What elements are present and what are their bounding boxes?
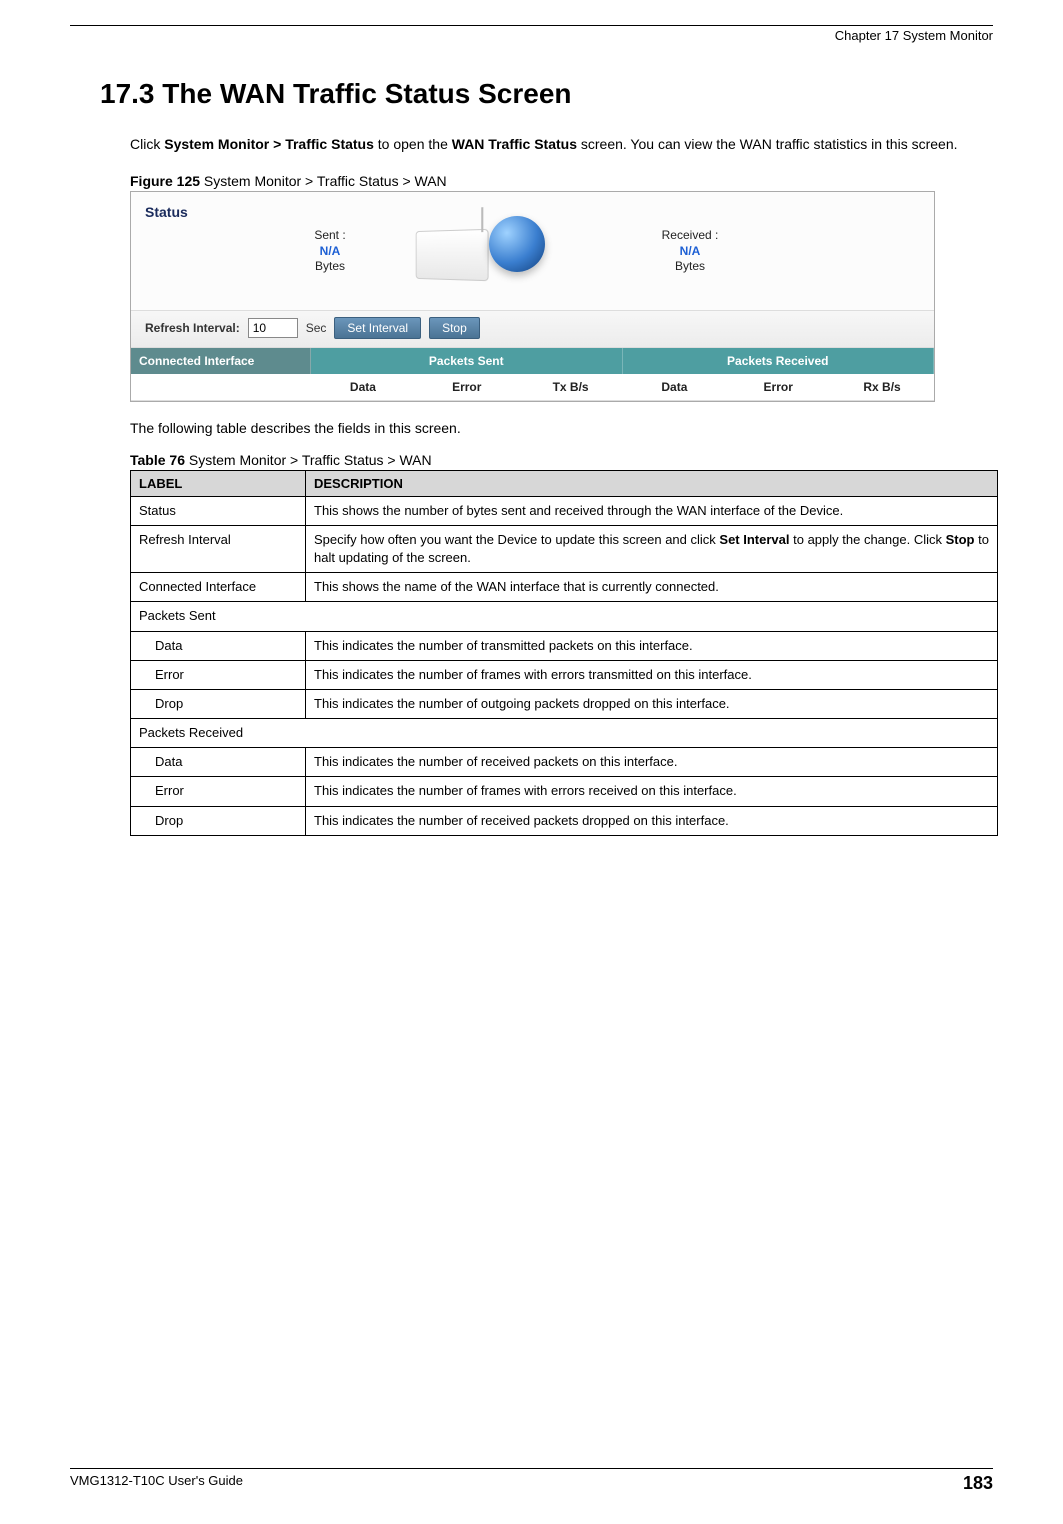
table-row: Data This indicates the number of receiv… xyxy=(131,748,998,777)
intro-path: System Monitor > Traffic Status xyxy=(164,136,374,152)
figure-caption: Figure 125 System Monitor > Traffic Stat… xyxy=(130,173,983,189)
figure-rest: System Monitor > Traffic Status > WAN xyxy=(200,173,447,189)
table-row: Connected Interface This shows the name … xyxy=(131,573,998,602)
refresh-unit: Sec xyxy=(306,321,327,335)
sent-txbs-col: Tx B/s xyxy=(519,374,623,400)
packets-subheader-row: Data Error Tx B/s Data Error Rx B/s xyxy=(131,374,934,401)
intro-paragraph: Click System Monitor > Traffic Status to… xyxy=(130,135,983,155)
row-label: Data xyxy=(131,748,306,777)
sent-data-col: Data xyxy=(311,374,415,400)
connected-interface-header: Connected Interface xyxy=(131,348,311,374)
table-caption: Table 76 System Monitor > Traffic Status… xyxy=(130,452,983,468)
device-graphic xyxy=(405,202,555,302)
refresh-desc-b1: Set Interval xyxy=(719,532,789,547)
row-section: Packets Received xyxy=(131,719,998,748)
sent-value: N/A xyxy=(285,244,375,260)
received-unit: Bytes xyxy=(645,259,735,275)
refresh-desc-b2: Stop xyxy=(946,532,975,547)
refresh-input[interactable] xyxy=(248,318,298,338)
footer-rule xyxy=(70,1468,993,1469)
footer-row: VMG1312-T10C User's Guide 183 xyxy=(70,1473,993,1494)
table-row: Data This indicates the number of transm… xyxy=(131,631,998,660)
table-caption-rest: System Monitor > Traffic Status > WAN xyxy=(185,452,432,468)
recv-error-col: Error xyxy=(726,374,830,400)
row-label: Refresh Interval xyxy=(131,525,306,572)
figure-label: Figure 125 xyxy=(130,173,200,189)
page-number: 183 xyxy=(963,1473,993,1494)
row-desc: This indicates the number of transmitted… xyxy=(306,631,998,660)
row-label: Drop xyxy=(131,806,306,835)
row-label: Connected Interface xyxy=(131,573,306,602)
packets-sent-header: Packets Sent xyxy=(311,348,623,374)
intro-mid: to open the xyxy=(374,136,452,152)
intro-name: WAN Traffic Status xyxy=(452,136,577,152)
router-icon xyxy=(416,228,489,280)
row-label: Drop xyxy=(131,689,306,718)
traffic-display: Sent : N/A Bytes Received : N/A Bytes xyxy=(285,202,924,302)
received-column: Received : N/A Bytes xyxy=(645,228,735,275)
section-heading: 17.3 The WAN Traffic Status Screen xyxy=(100,78,993,110)
refresh-desc-mid: to apply the change. Click xyxy=(790,532,946,547)
received-title: Received : xyxy=(645,228,735,244)
received-value: N/A xyxy=(645,244,735,260)
row-desc: This shows the name of the WAN interface… xyxy=(306,573,998,602)
sub-empty xyxy=(131,374,311,400)
th-description: DESCRIPTION xyxy=(306,470,998,496)
th-label: LABEL xyxy=(131,470,306,496)
footer-guide: VMG1312-T10C User's Guide xyxy=(70,1473,243,1494)
screenshot-figure: Status Sent : N/A Bytes Received : N/A B… xyxy=(130,191,935,402)
row-label: Status xyxy=(131,496,306,525)
row-label: Error xyxy=(131,777,306,806)
row-desc: This indicates the number of received pa… xyxy=(306,806,998,835)
between-text: The following table describes the fields… xyxy=(130,420,983,436)
description-table: LABEL DESCRIPTION Status This shows the … xyxy=(130,470,998,836)
table-row: Drop This indicates the number of outgoi… xyxy=(131,689,998,718)
sent-title: Sent : xyxy=(285,228,375,244)
table-row: Status This shows the number of bytes se… xyxy=(131,496,998,525)
table-row: Error This indicates the number of frame… xyxy=(131,777,998,806)
table-caption-bold: Table 76 xyxy=(130,452,185,468)
recv-rxbs-col: Rx B/s xyxy=(830,374,934,400)
refresh-label: Refresh Interval: xyxy=(145,321,240,335)
table-row: Drop This indicates the number of receiv… xyxy=(131,806,998,835)
page-footer: VMG1312-T10C User's Guide 183 xyxy=(70,1468,993,1494)
packets-header-row: Connected Interface Packets Sent Packets… xyxy=(131,348,934,374)
stop-button[interactable]: Stop xyxy=(429,317,480,339)
row-desc: This indicates the number of received pa… xyxy=(306,748,998,777)
recv-data-col: Data xyxy=(622,374,726,400)
chapter-header: Chapter 17 System Monitor xyxy=(70,28,993,43)
table-row: Error This indicates the number of frame… xyxy=(131,660,998,689)
globe-icon xyxy=(489,216,545,272)
top-rule xyxy=(70,25,993,26)
table-row: Packets Sent xyxy=(131,602,998,631)
table-header-row: LABEL DESCRIPTION xyxy=(131,470,998,496)
intro-post: screen. You can view the WAN traffic sta… xyxy=(577,136,958,152)
table-row: Packets Received xyxy=(131,719,998,748)
refresh-row: Refresh Interval: Sec Set Interval Stop xyxy=(131,310,934,348)
row-desc: This shows the number of bytes sent and … xyxy=(306,496,998,525)
row-label: Data xyxy=(131,631,306,660)
packets-received-header: Packets Received xyxy=(623,348,935,374)
row-desc: This indicates the number of outgoing pa… xyxy=(306,689,998,718)
row-desc: This indicates the number of frames with… xyxy=(306,660,998,689)
row-section: Packets Sent xyxy=(131,602,998,631)
refresh-desc-pre: Specify how often you want the Device to… xyxy=(314,532,719,547)
table-row: Refresh Interval Specify how often you w… xyxy=(131,525,998,572)
status-row: Status Sent : N/A Bytes Received : N/A B… xyxy=(131,192,934,310)
sent-column: Sent : N/A Bytes xyxy=(285,228,375,275)
row-desc: This indicates the number of frames with… xyxy=(306,777,998,806)
set-interval-button[interactable]: Set Interval xyxy=(334,317,421,339)
sent-error-col: Error xyxy=(415,374,519,400)
sent-unit: Bytes xyxy=(285,259,375,275)
status-label: Status xyxy=(145,202,285,220)
row-label: Error xyxy=(131,660,306,689)
intro-pre: Click xyxy=(130,136,164,152)
row-desc: Specify how often you want the Device to… xyxy=(306,525,998,572)
